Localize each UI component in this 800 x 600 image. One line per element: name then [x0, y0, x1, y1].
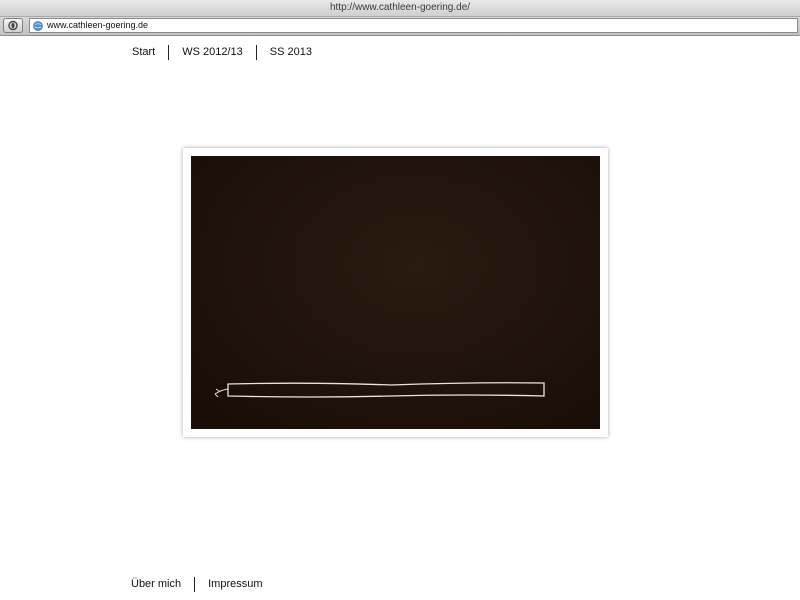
reload-button[interactable]: [3, 18, 23, 33]
footer-item-impressum[interactable]: Impressum: [208, 578, 262, 590]
line-drawing: [214, 382, 545, 398]
reload-icon: [8, 20, 18, 31]
browser-window: http://www.cathleen-goering.de/ www.cath…: [0, 0, 800, 600]
nav-divider: [168, 44, 170, 60]
address-bar[interactable]: www.cathleen-goering.de: [29, 18, 798, 33]
nav-item-start[interactable]: Start: [132, 46, 155, 58]
nav-item-ss-2013[interactable]: SS 2013: [270, 46, 312, 58]
nav-divider: [255, 44, 257, 60]
window-title: http://www.cathleen-goering.de/: [0, 0, 800, 17]
nav-item-ws-2012-13[interactable]: WS 2012/13: [182, 46, 243, 58]
footer-divider: [194, 576, 196, 592]
url-text: www.cathleen-goering.de: [47, 20, 149, 30]
browser-toolbar: www.cathleen-goering.de: [0, 17, 800, 36]
site-navigation: Start WS 2012/13 SS 2013: [132, 44, 312, 60]
footer-item-ueber-mich[interactable]: Über mich: [131, 578, 181, 590]
globe-icon: [33, 21, 43, 31]
site-footer: Über mich Impressum: [131, 576, 263, 592]
artwork-frame: [183, 148, 608, 437]
artwork-photo[interactable]: [191, 156, 600, 429]
